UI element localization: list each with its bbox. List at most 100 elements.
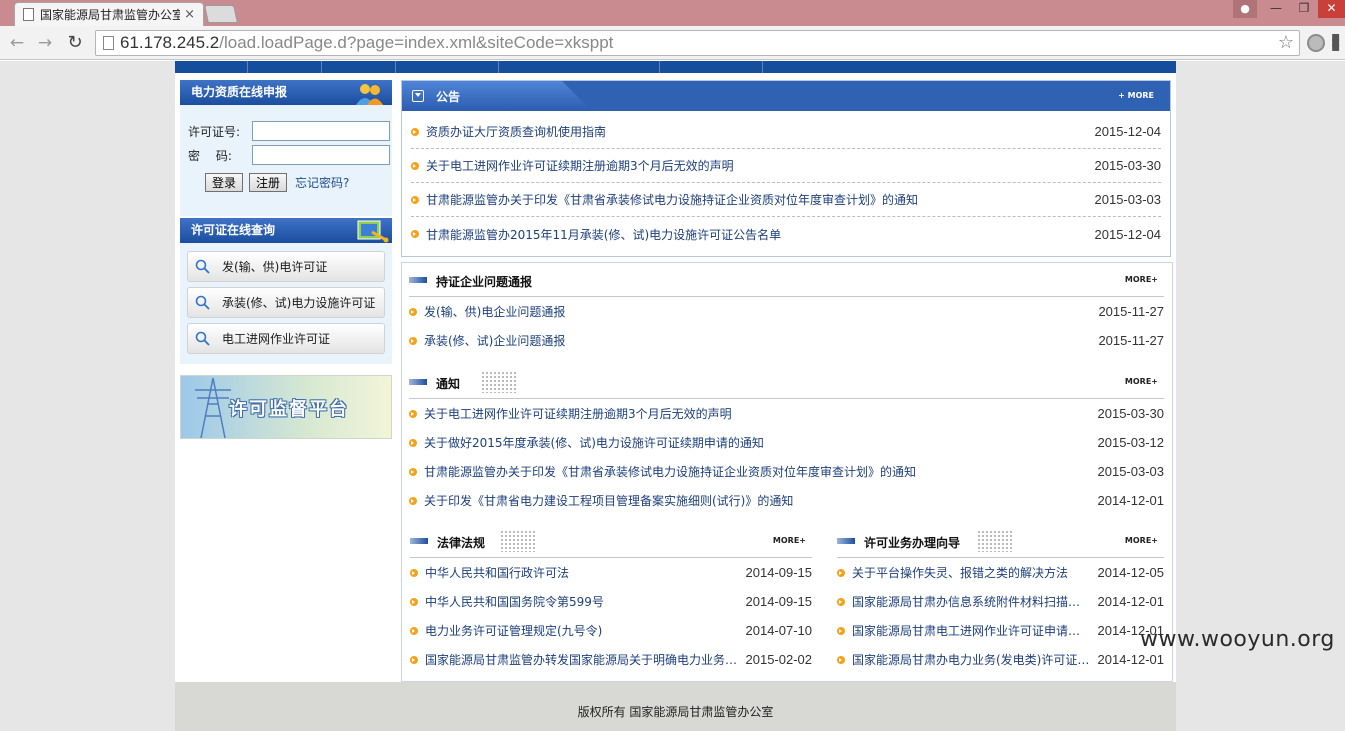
- item-title-link[interactable]: 关于电工进网作业许可证续期注册逾期3个月后无效的声明: [424, 405, 1090, 422]
- item-date: 2014-12-01: [1097, 652, 1165, 667]
- item-date: 2015-02-02: [745, 652, 813, 667]
- list-item[interactable]: 甘肃能源监管办2015年11月承装(修、试)电力设施许可证公告名单 2015-1…: [411, 217, 1161, 251]
- forgot-password-link[interactable]: 忘记密码?: [295, 174, 349, 191]
- section-marker-icon: [410, 538, 428, 544]
- item-title-link[interactable]: 关于电工进网作业许可证续期注册逾期3个月后无效的声明: [426, 157, 1087, 174]
- license-input[interactable]: [252, 121, 390, 141]
- query-item-label: 发(输、供)电许可证: [222, 260, 328, 274]
- list-item[interactable]: 甘肃能源监管办关于印发《甘肃省承装修试电力设施持证企业资质对位年度审查计划》的通…: [411, 183, 1161, 217]
- bookmark-star-icon[interactable]: ☆: [1278, 32, 1294, 53]
- bullet-arrow-icon: [409, 496, 417, 505]
- tab-close-icon[interactable]: ×: [184, 7, 195, 22]
- item-date: 2015-12-04: [1094, 124, 1162, 139]
- license-row: 许可证号:: [180, 119, 392, 143]
- login-actions: 登录 注册 忘记密码?: [180, 173, 392, 192]
- list-item[interactable]: 关于电工进网作业许可证续期注册逾期3个月后无效的声明 2015-03-30: [409, 399, 1164, 428]
- list-item[interactable]: 电力业务许可证管理规定(九号令) 2014-07-10: [410, 616, 812, 645]
- address-url[interactable]: 61.178.245.2/load.loadPage.d?page=index.…: [120, 33, 613, 53]
- item-title-link[interactable]: 甘肃能源监管办2015年11月承装(修、试)电力设施许可证公告名单: [426, 226, 1087, 243]
- more-link[interactable]: MORE+: [1125, 377, 1158, 386]
- item-title-link[interactable]: 关于平台操作失灵、报错之类的解决方法: [852, 564, 1090, 581]
- supervision-platform-banner[interactable]: 许可监督平台: [180, 375, 392, 439]
- list-item[interactable]: 中华人民共和国国务院令第599号 2014-09-15: [410, 587, 812, 616]
- bullet-arrow-icon: [411, 230, 419, 238]
- list-item[interactable]: 甘肃能源监管办关于印发《甘肃省承装修试电力设施持证企业资质对位年度审查计划》的通…: [409, 457, 1164, 486]
- item-title-link[interactable]: 关于印发《甘肃省电力建设工程项目管理备案实施细则(试行)》的通知: [424, 492, 1090, 509]
- announcement-more-link[interactable]: + MORE: [1118, 91, 1154, 100]
- query-item-label: 承装(修、试)电力设施许可证: [222, 296, 376, 310]
- menu-icon[interactable]: ▪ ▪ ▪: [1331, 30, 1343, 54]
- extension-globe-icon[interactable]: [1307, 34, 1325, 52]
- more-link[interactable]: MORE+: [773, 536, 806, 545]
- item-title-link[interactable]: 电力业务许可证管理规定(九号令): [425, 622, 738, 639]
- user-icon[interactable]: ●: [1233, 0, 1257, 18]
- list-item[interactable]: 国家能源局甘肃办信息系统附件材料扫描要求说明 2014-12-01: [837, 587, 1164, 616]
- section-header: 许可业务办理向导 MORE+: [837, 524, 1164, 558]
- item-date: 2014-12-01: [1097, 493, 1165, 508]
- announcement-list: 资质办证大厅资质查询机使用指南 2015-12-04 关于电工进网作业许可证续期…: [402, 111, 1170, 251]
- item-title-link[interactable]: 国家能源局甘肃电工进网作业许可证申请流程说明: [852, 622, 1090, 639]
- password-input[interactable]: [252, 145, 390, 165]
- query-electrician-license[interactable]: 电工进网作业许可证: [187, 323, 385, 354]
- announcement-panel: 公告 + MORE 资质办证大厅资质查询机使用指南 2015-12-04 关于电…: [401, 80, 1171, 257]
- new-tab-button[interactable]: [204, 5, 238, 23]
- back-arrow-icon[interactable]: ←: [6, 32, 28, 54]
- bullet-arrow-icon: [410, 655, 418, 664]
- bullet-arrow-icon: [410, 597, 418, 606]
- section-notify: 通知 MORE+ 关于电工进网作业许可证续期注册逾期3个月后无效的声明 2015…: [409, 365, 1164, 515]
- search-icon: [195, 331, 210, 346]
- list-item[interactable]: 关于做好2015年度承装(修、试)电力设施许可证续期申请的通知 2015-03-…: [409, 428, 1164, 457]
- item-title-link[interactable]: 中华人民共和国行政许可法: [425, 564, 738, 581]
- query-list: 发(输、供)电许可证 承装(修、试)电力设施许可证 电工进网作业许可证: [180, 243, 392, 364]
- list-item[interactable]: 发(输、供)电企业问题通报 2015-11-27: [409, 297, 1164, 326]
- close-window-button[interactable]: ✕: [1318, 0, 1345, 18]
- forward-arrow-icon[interactable]: →: [34, 32, 56, 54]
- list-item[interactable]: 资质办证大厅资质查询机使用指南 2015-12-04: [411, 115, 1161, 149]
- section-title: 通知: [436, 377, 461, 391]
- nav-separator: [395, 61, 396, 73]
- item-title-link[interactable]: 甘肃能源监管办关于印发《甘肃省承装修试电力设施持证企业资质对位年度审查计划》的通…: [424, 463, 1090, 480]
- item-title-link[interactable]: 关于做好2015年度承装(修、试)电力设施许可证续期申请的通知: [424, 434, 1090, 451]
- query-power-license[interactable]: 发(输、供)电许可证: [187, 251, 385, 282]
- item-date: 2015-03-03: [1097, 464, 1165, 479]
- item-title-link[interactable]: 资质办证大厅资质查询机使用指南: [426, 123, 1087, 140]
- maximize-button[interactable]: ❐: [1290, 0, 1318, 18]
- list-item[interactable]: 承装(修、试)企业问题通报 2015-11-27: [409, 326, 1164, 355]
- page-icon: [23, 8, 34, 21]
- section-problems: 持证企业问题通报 MORE+ 发(输、供)电企业问题通报 2015-11-27 …: [409, 263, 1164, 355]
- banner-text: 许可监督平台: [229, 399, 349, 420]
- nav-separator: [762, 61, 763, 73]
- item-title-link[interactable]: 甘肃能源监管办关于印发《甘肃省承装修试电力设施持证企业资质对位年度审查计划》的通…: [426, 191, 1087, 208]
- browser-tab-active[interactable]: 国家能源局甘肃监管办公室 ×: [14, 2, 204, 26]
- people-icon: [356, 84, 383, 105]
- address-bar[interactable]: 61.178.245.2/load.loadPage.d?page=index.…: [95, 30, 1300, 56]
- bullet-arrow-icon: [410, 568, 418, 577]
- list-item[interactable]: 关于平台操作失灵、报错之类的解决方法 2014-12-05: [837, 558, 1164, 587]
- bullet-arrow-icon: [837, 568, 845, 577]
- more-link[interactable]: MORE+: [1125, 275, 1158, 284]
- content-box: 持证企业问题通报 MORE+ 发(输、供)电企业问题通报 2015-11-27 …: [401, 262, 1173, 682]
- login-button[interactable]: 登录: [205, 173, 244, 192]
- query-install-license[interactable]: 承装(修、试)电力设施许可证: [187, 287, 385, 318]
- item-title-link[interactable]: 承装(修、试)企业问题通报: [424, 332, 1090, 349]
- list-item[interactable]: 国家能源局甘肃监管办转发国家能源局关于明确电力业务许可管理有关事项的通知 201…: [410, 645, 812, 674]
- register-button[interactable]: 注册: [249, 173, 288, 192]
- list-item[interactable]: 国家能源局甘肃办电力业务(发电类)许可证申请流程 2014-12-01: [837, 645, 1164, 674]
- monitor-tool-icon: [357, 220, 389, 243]
- minimize-button[interactable]: —: [1262, 0, 1290, 18]
- item-title-link[interactable]: 国家能源局甘肃办信息系统附件材料扫描要求说明: [852, 593, 1090, 610]
- bullet-arrow-icon: [411, 161, 419, 170]
- list-item[interactable]: 关于电工进网作业许可证续期注册逾期3个月后无效的声明 2015-03-30: [411, 149, 1161, 183]
- more-link[interactable]: MORE+: [1125, 536, 1158, 545]
- item-title-link[interactable]: 中华人民共和国国务院令第599号: [425, 593, 738, 610]
- list-item[interactable]: 中华人民共和国行政许可法 2014-09-15: [410, 558, 812, 587]
- item-date: 2014-12-01: [1097, 594, 1165, 609]
- item-title-link[interactable]: 国家能源局甘肃监管办转发国家能源局关于明确电力业务许可管理有关事项的通知: [425, 651, 738, 668]
- list-item[interactable]: 国家能源局甘肃电工进网作业许可证申请流程说明 2014-12-01: [837, 616, 1164, 645]
- item-date: 2014-09-15: [745, 565, 813, 580]
- item-title-link[interactable]: 发(输、供)电企业问题通报: [424, 303, 1090, 320]
- reload-icon[interactable]: ↻: [64, 32, 86, 54]
- login-form: 许可证号: 密 码: 登录 注册 忘记密码?: [180, 105, 392, 216]
- item-title-link[interactable]: 国家能源局甘肃办电力业务(发电类)许可证申请流程: [852, 651, 1090, 668]
- list-item[interactable]: 关于印发《甘肃省电力建设工程项目管理备案实施细则(试行)》的通知 2014-12…: [409, 486, 1164, 515]
